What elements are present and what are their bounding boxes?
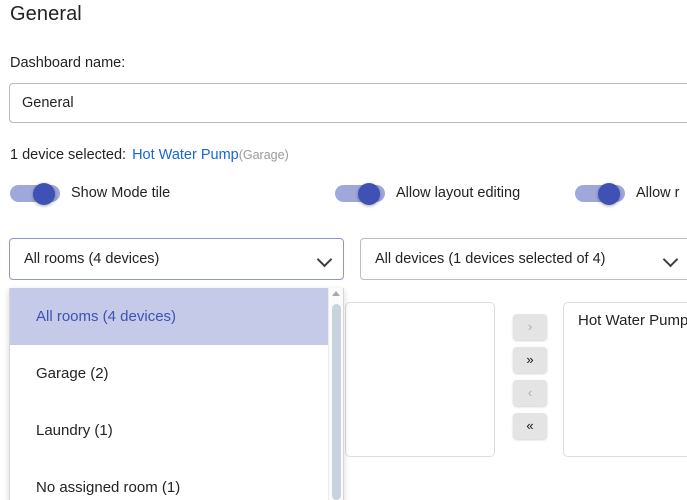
device-link[interactable]: Hot Water Pump [132,147,239,163]
switch-thumb [33,183,55,205]
dashboard-name-label: Dashboard name: [10,55,126,71]
toggle-row: Show Mode tile Allow layout editing Allo… [0,183,687,213]
toggle-label-allow-resizing: Allow r [636,185,680,201]
toggle-label-show-mode-tile: Show Mode tile [71,185,171,201]
device-filter-select[interactable]: All devices (1 devices selected of 4) [360,238,687,280]
dropdown-option-all-rooms[interactable]: All rooms (4 devices) [10,288,343,345]
device-filter-select-value: All devices (1 devices selected of 4) [375,251,606,267]
dropdown-option-garage[interactable]: Garage (2) [10,345,343,402]
room-filter-select-value: All rooms (4 devices) [24,251,160,267]
switch-thumb [598,183,620,205]
switch-allow-resizing[interactable] [575,183,625,205]
available-devices-list[interactable] [345,302,495,457]
transfer-buttons: › » ‹ « [513,314,547,446]
settings-page: General Dashboard name: 1 device selecte… [0,0,687,500]
toggle-label-allow-layout-editing: Allow layout editing [396,185,521,201]
dropdown-option-laundry[interactable]: Laundry (1) [10,402,343,459]
move-left-button[interactable]: ‹ [513,380,547,406]
switch-thumb [358,183,380,205]
switch-allow-layout-editing[interactable] [335,183,385,205]
room-filter-select[interactable]: All rooms (4 devices) [9,238,344,280]
dashboard-name-input[interactable] [9,83,687,123]
device-room-label: (Garage) [238,148,289,162]
switch-show-mode-tile[interactable] [10,183,60,205]
list-item[interactable]: Hot Water Pump [564,303,687,329]
scroll-up-arrow-icon[interactable] [332,291,340,296]
chevron-down-icon [663,251,679,267]
scrollbar-thumb[interactable] [332,304,341,500]
selected-devices-list[interactable]: Hot Water Pump [563,302,687,457]
move-all-left-button[interactable]: « [513,413,547,439]
toggle-allow-layout-editing[interactable]: Allow layout editing [335,183,521,205]
device-selected-line: 1 device selected: Hot Water Pump(Garage) [10,147,289,163]
move-right-button[interactable]: › [513,314,547,340]
device-selected-prefix: 1 device selected: [10,147,127,163]
toggle-show-mode-tile[interactable]: Show Mode tile [10,183,171,205]
toggle-allow-resizing[interactable]: Allow r [575,183,680,205]
chevron-down-icon [317,251,333,267]
room-filter-dropdown[interactable]: All rooms (4 devices) Garage (2) Laundry… [9,288,344,500]
move-all-right-button[interactable]: » [513,347,547,373]
dropdown-option-no-assigned-room[interactable]: No assigned room (1) [10,459,343,500]
page-title: General [10,3,82,25]
dropdown-scrollbar[interactable] [328,288,343,500]
